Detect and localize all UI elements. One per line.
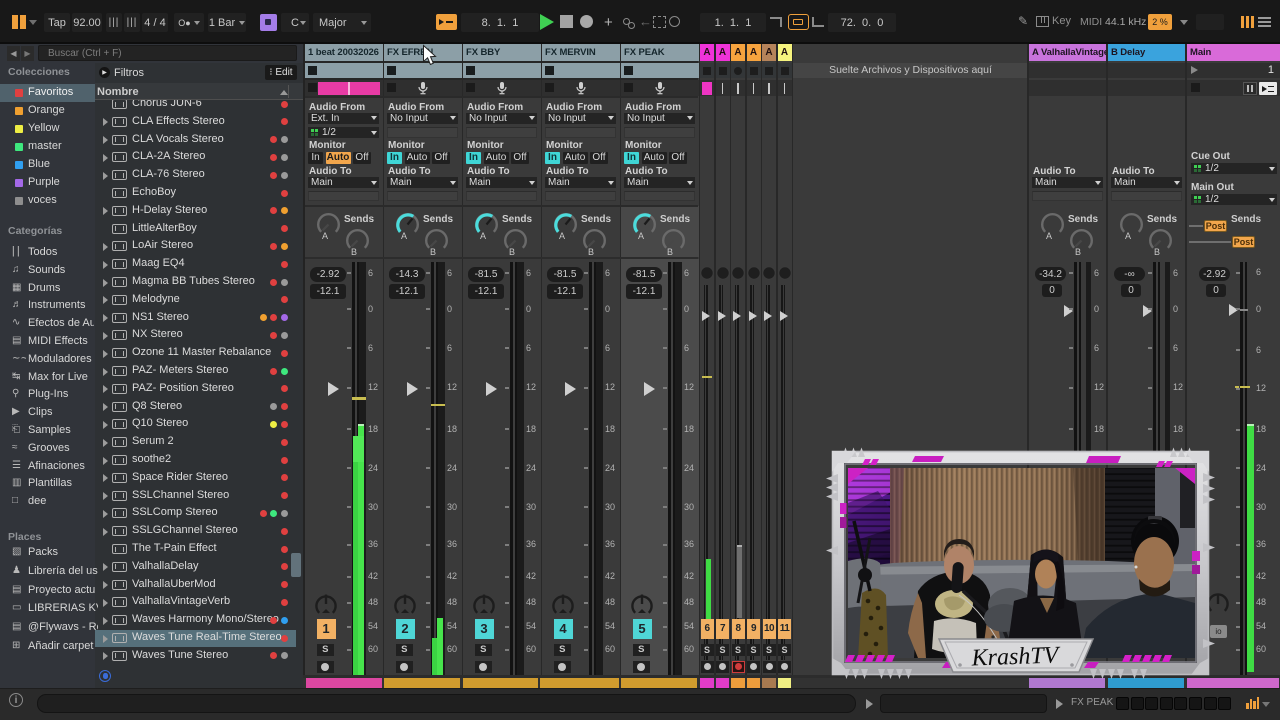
svg-text:KrashTV: KrashTV — [970, 642, 1061, 671]
